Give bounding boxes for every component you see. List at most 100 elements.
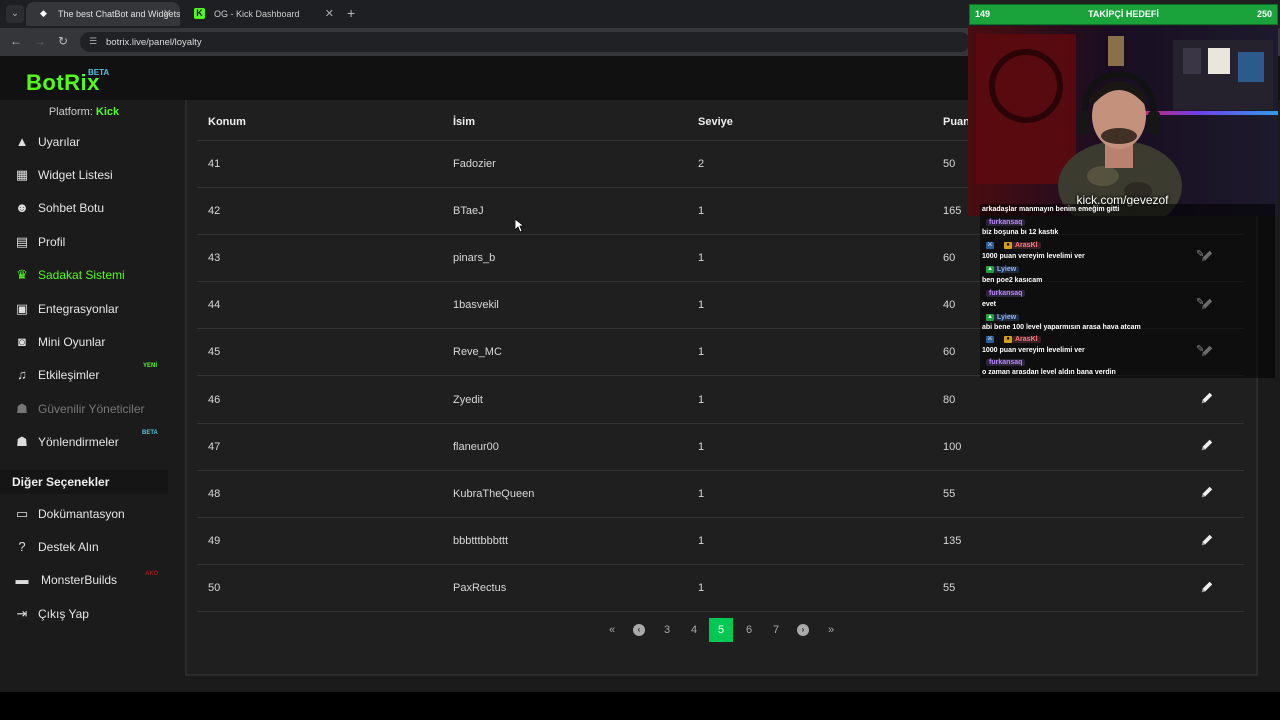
actions-cell [1177,517,1244,566]
sidebar-item-profile[interactable]: ▤ Profil [0,228,168,256]
reload-icon[interactable]: ↻ [58,34,68,48]
site-info-icon[interactable]: ☰ [89,36,97,47]
chat-message: arkadaşlar manmayın benim emeğim gitti [980,204,1275,216]
column-header-name[interactable]: İsim [442,104,687,141]
rank-cell: 50 [197,564,442,613]
sidebar-item-alerts[interactable]: ▲ Uyarılar [0,128,168,156]
sidebar-item-documentation[interactable]: ▭ Dokümantasyon [0,500,168,528]
close-icon[interactable]: ✕ [163,7,172,20]
edit-pencil-icon[interactable] [1200,533,1214,547]
robot-icon: ☻ [15,200,29,215]
previous-page-icon[interactable]: ‹ [627,618,651,642]
moderator-badge-icon: ⚔ [986,336,994,343]
address-bar[interactable]: ☰ botrix.live/panel/loyalty [80,32,970,52]
sidebar-item-minigames[interactable]: ◙ Mini Oyunlar [0,328,168,356]
back-arrow-icon[interactable]: ← [10,34,22,48]
edit-pencil-icon[interactable] [1200,438,1214,452]
page-6[interactable]: 6 [737,618,761,642]
level-cell: 1 [687,234,932,283]
widgets-icon: ▦ [15,167,29,182]
browser-tab-kick[interactable]: K OG - Kick Dashboard ✕ [182,2,342,26]
botrix-favicon-icon: ◆ [40,8,47,18]
rank-cell: 42 [197,187,442,235]
rank-cell: 41 [197,140,442,188]
sidebar-item-interactions[interactable]: ♫ Etkileşimler YENİ [0,361,168,389]
subscriber-badge-icon: ▲ [986,314,994,321]
sidebar-item-integrations[interactable]: ▣ Entegrasyonlar [0,295,168,323]
pagination: « ‹ 3 4 5 6 7 › » [0,618,1280,642]
sidebar-item-trusted-moderators[interactable]: ☗ Güvenilir Yöneticiler [0,395,168,423]
points-cell: 100 [932,423,1177,471]
bottom-strip [0,692,1280,720]
rank-cell: 48 [197,470,442,519]
profile-card-icon: ▤ [15,234,29,249]
level-cell: 1 [687,470,932,519]
sidebar-item-loyalty[interactable]: ♛ Sadakat Sistemi [0,261,168,289]
level-cell: 1 [687,517,932,566]
name-cell: flaneur00 [442,423,687,471]
edit-pencil-icon[interactable] [1200,485,1214,499]
page-4[interactable]: 4 [682,618,706,642]
table-row: 48 KubraTheQueen 1 55 [197,470,1244,519]
table-row: 46 Zyedit 1 80 [197,375,1244,424]
chat-message: ▲ Lyiew ben poe2 kasıcam [980,264,1275,288]
beta-badge: BETA [142,430,158,436]
laptop-icon: ▬ [15,572,29,587]
table-row: 49 bbbtttbbbttt 1 135 [197,517,1244,566]
pencil-icon[interactable]: ✎ [1196,344,1204,355]
level-cell: 2 [687,140,932,188]
sidebar-item-monsterbuilds[interactable]: ▬ MonsterBuilds AKO [0,566,168,594]
page-7[interactable]: 7 [764,618,788,642]
next-page-icon[interactable]: › [791,618,815,642]
name-cell: pinars_b [442,234,687,283]
level-cell: 1 [687,564,932,613]
pencil-icon[interactable]: ✎ [1196,249,1204,260]
first-page-icon[interactable]: « [600,618,624,642]
name-cell: Fadozier [442,140,687,188]
actions-cell [1177,375,1244,424]
new-tab-button[interactable]: + [347,5,355,21]
page-5-current[interactable]: 5 [709,618,733,642]
tab-search-button[interactable]: ⌄ [6,5,24,23]
close-icon[interactable]: ✕ [325,7,334,20]
column-header-rank[interactable]: Konum [197,104,442,141]
browser-tab-botrix[interactable]: ◆ The best ChatBot and Widgets ✕ [26,2,180,26]
points-cell: 55 [932,470,1177,519]
column-header-level[interactable]: Seviye [687,104,932,141]
sidebar-item-widgets[interactable]: ▦ Widget Listesi [0,161,168,189]
page-3[interactable]: 3 [655,618,679,642]
goal-target: 250 [1256,9,1272,19]
chat-message: furkansaq evet ✎ [980,288,1275,312]
vip-badge-icon: ● [1004,336,1012,343]
platform-indicator: Platform: Kick [48,106,120,118]
name-cell: Zyedit [442,375,687,424]
moderator-badge-icon: ⚔ [986,242,994,249]
forward-arrow-icon[interactable]: → [34,34,46,48]
subscriber-badge-icon: ▲ [986,266,994,273]
gamepad-icon: ◙ [18,334,26,349]
ako-badge: AKO [145,571,159,577]
sidebar-item-chatbot[interactable]: ☻ Sohbet Botu [0,194,168,222]
name-cell: KubraTheQueen [442,470,687,519]
new-badge: YENİ [143,363,158,369]
chat-message: ⚔ ● ArasKl 1000 puan vereyim levelimi ve… [980,240,1275,264]
points-cell: 55 [932,564,1177,613]
level-cell: 1 [687,423,932,471]
rank-cell: 45 [197,328,442,377]
sidebar-item-redirects[interactable]: ☗ Yönlendirmeler BETA [0,428,168,456]
trophy-icon: ♛ [16,267,28,282]
edit-pencil-icon[interactable] [1200,580,1214,594]
name-cell: PaxRectus [442,564,687,613]
rank-cell: 44 [197,281,442,330]
last-page-icon[interactable]: » [819,618,843,642]
sidebar-item-support[interactable]: ? Destek Alın [0,533,168,561]
actions-cell [1177,564,1244,613]
chat-message: ▲ Lyiew abi bene 100 level yaparmısın ar… [980,312,1275,334]
mouse-cursor-icon [515,219,525,233]
points-cell: 80 [932,375,1177,424]
rank-cell: 46 [197,375,442,424]
edit-pencil-icon[interactable] [1200,391,1214,405]
music-icon: ♫ [17,367,27,382]
name-cell: BTaeJ [442,187,687,235]
pencil-icon[interactable]: ✎ [1196,297,1204,308]
